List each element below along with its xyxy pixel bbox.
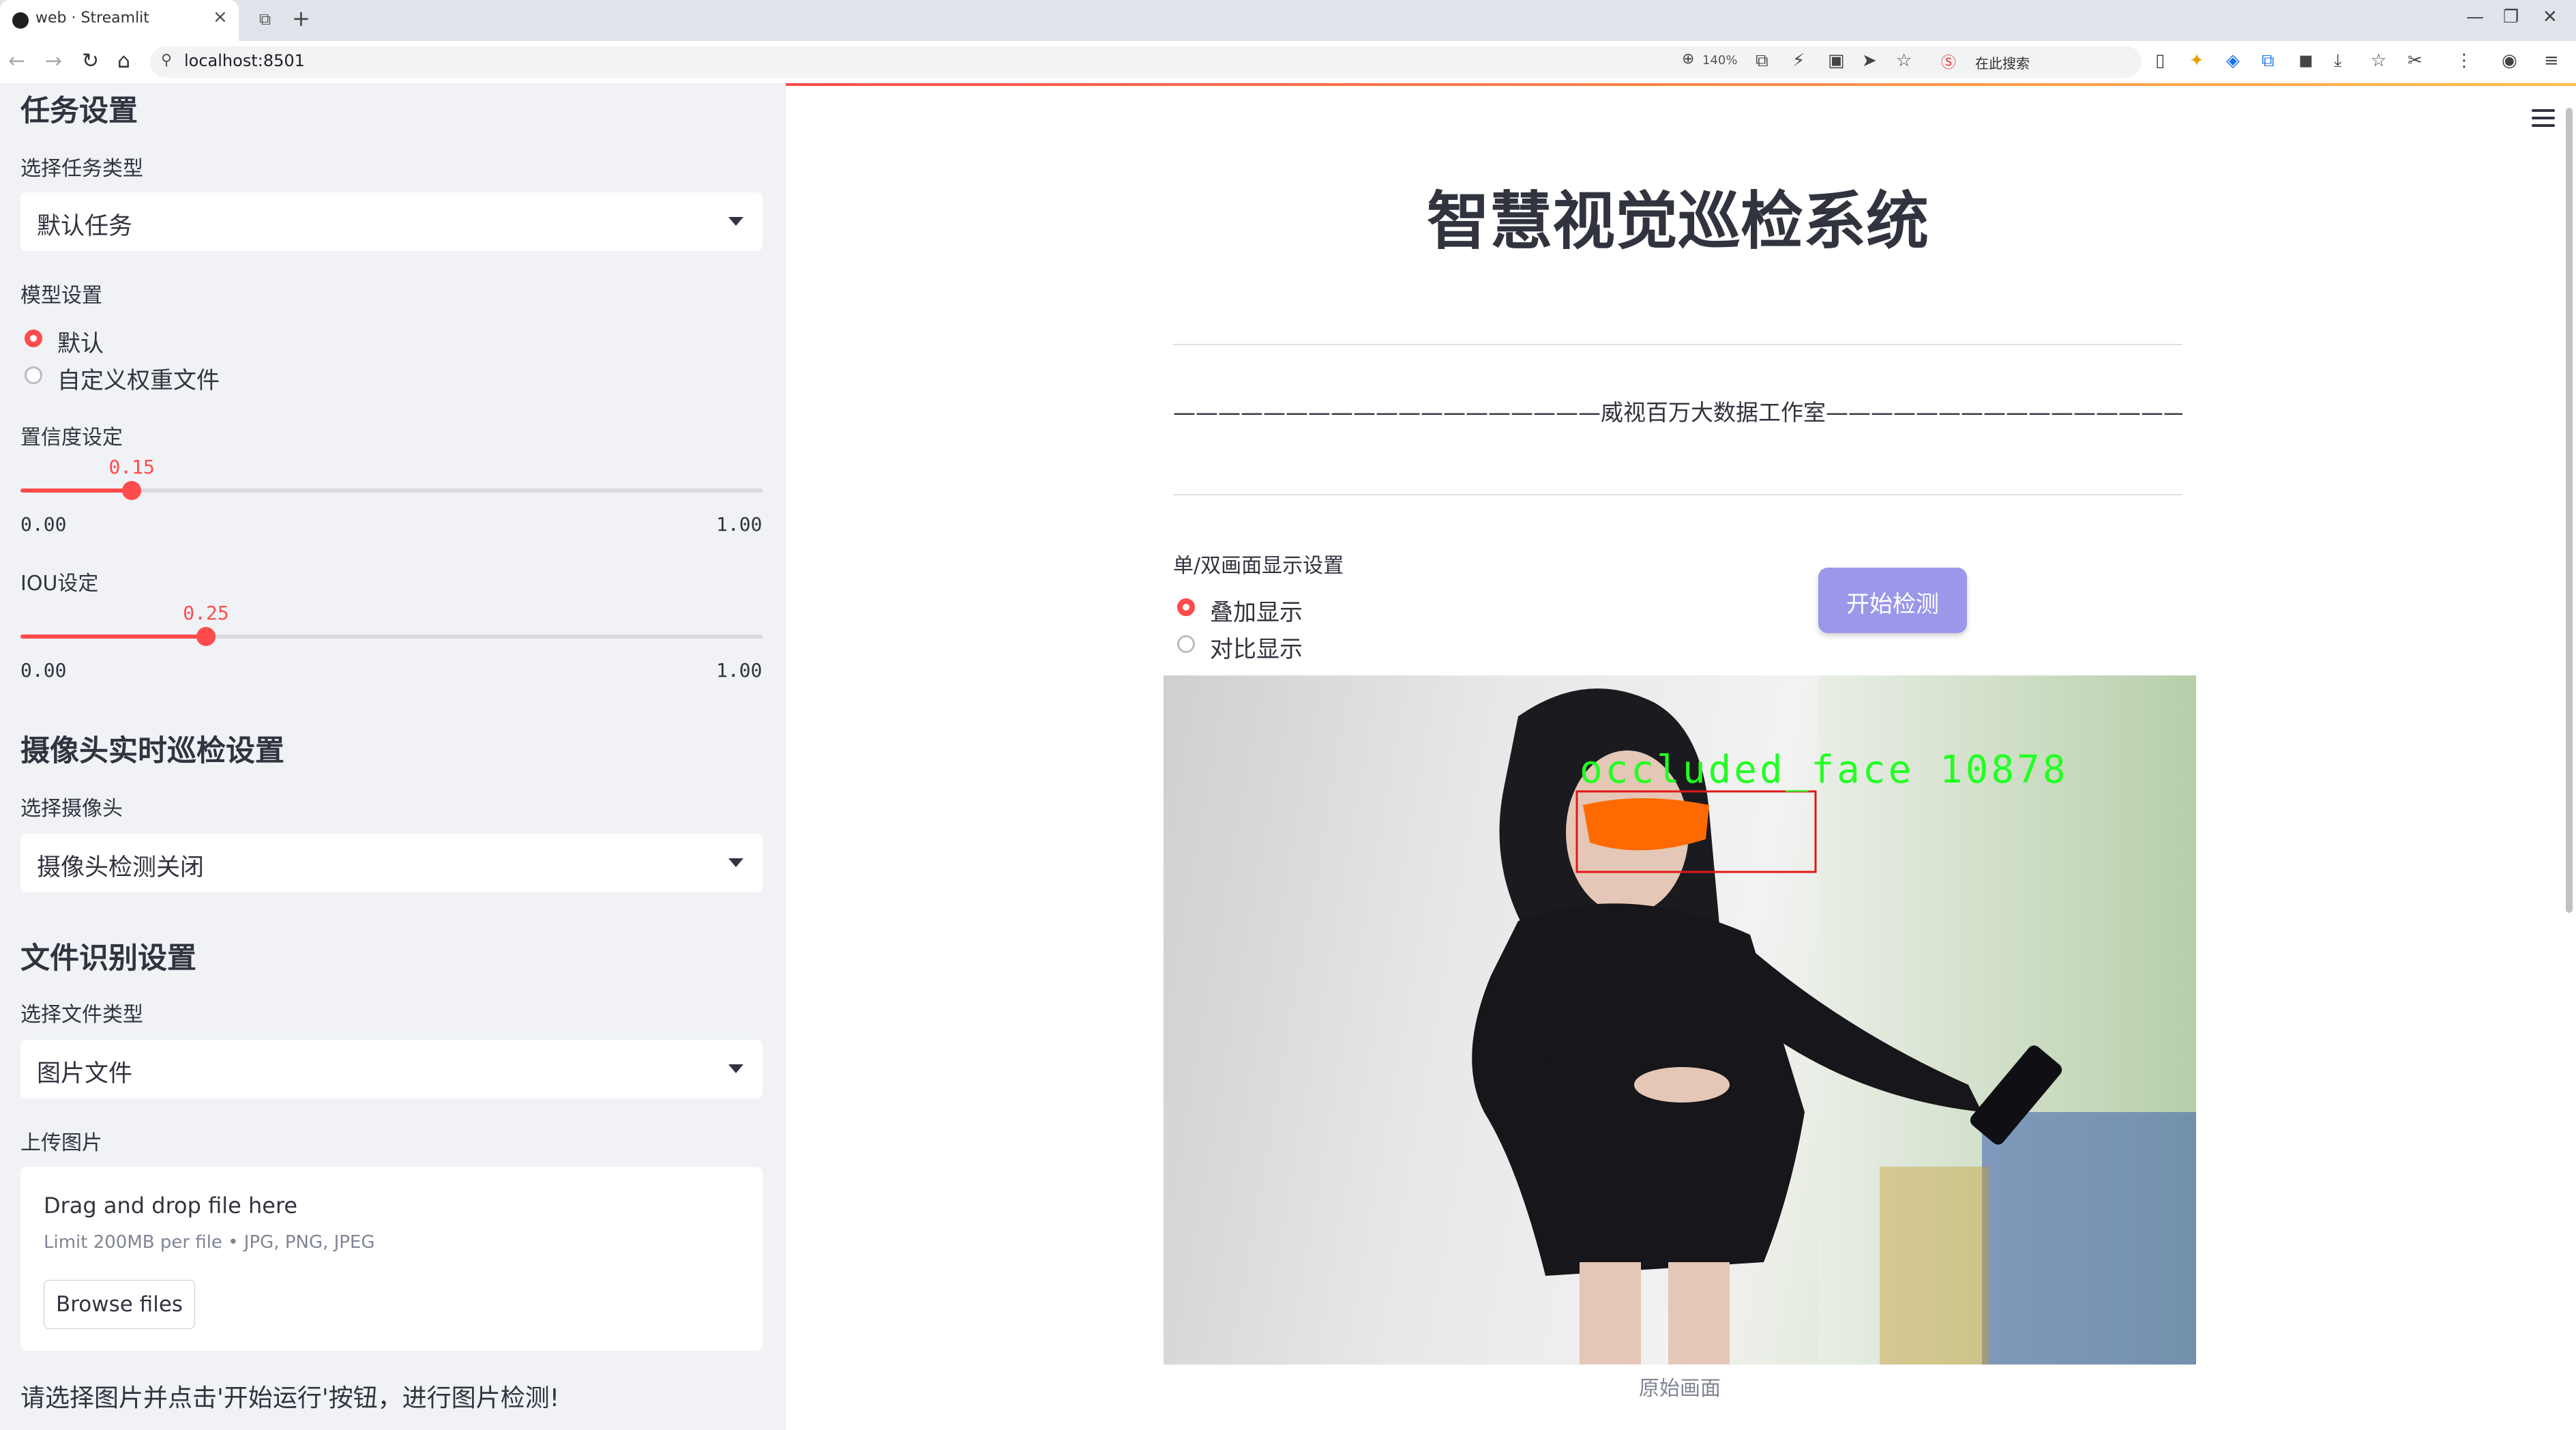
new-tab-icon[interactable]: +	[292, 5, 310, 31]
extension-4-icon[interactable]: ◼	[2298, 50, 2313, 71]
close-tab-icon[interactable]: ×	[213, 7, 228, 27]
divider-bottom	[1173, 494, 2182, 495]
zoom-icon[interactable]: ⊕	[1682, 50, 1694, 68]
radio-selected-icon[interactable]	[1177, 598, 1195, 616]
radio-unselected-icon[interactable]	[25, 366, 42, 384]
mobile-icon[interactable]: ▯	[2155, 50, 2165, 71]
studio-banner: ———————————————————威视百万大数据工作室———————————…	[1173, 399, 2182, 426]
search-engine-icon[interactable]: Ⓢ	[1941, 50, 1956, 72]
scrollbar[interactable]	[2566, 108, 2573, 913]
tab-group-icon[interactable]: ⧉	[259, 10, 271, 29]
display-mode-label: 单/双画面显示设置	[1173, 554, 1344, 578]
extension-3-icon[interactable]: ⧉	[2262, 50, 2275, 72]
minimize-icon[interactable]: —	[2466, 7, 2484, 27]
start-detection-label: 开始检测	[1846, 591, 1939, 618]
task-type-value: 默认任务	[37, 213, 133, 240]
display-option-label: 对比显示	[1210, 636, 1303, 663]
tab-title: web · Streamlit	[35, 10, 149, 27]
detection-label: occluded_face 10878	[1580, 748, 2069, 792]
favorites-icon[interactable]: ☆	[2371, 50, 2386, 71]
url-text[interactable]: localhost:8501	[184, 51, 305, 70]
model-settings-label: 模型设置	[20, 284, 102, 308]
camera-select[interactable]: 摄像头检测关闭	[20, 834, 763, 892]
upload-label: 上传图片	[20, 1131, 102, 1155]
dropzone-title: Drag and drop file here	[44, 1193, 298, 1219]
camera-value: 摄像头检测关闭	[37, 854, 205, 881]
iou-label: IOU设定	[20, 572, 99, 596]
bookmark-star-icon[interactable]: ☆	[1896, 50, 1912, 71]
iou-min: 0.00	[20, 659, 67, 682]
chevron-down-icon	[728, 1064, 743, 1073]
streamlit-favicon-icon	[12, 12, 29, 29]
lightning-icon[interactable]: ⚡	[1792, 50, 1805, 71]
iou-slider[interactable]	[20, 627, 763, 646]
file-type-select[interactable]: 图片文件	[20, 1040, 763, 1098]
translate-icon[interactable]: ⧉	[1756, 50, 1768, 72]
task-settings-header: 任务设置	[20, 94, 138, 128]
confidence-slider-fill	[20, 488, 132, 493]
iou-slider-thumb[interactable]	[196, 627, 216, 646]
profile-avatar-icon[interactable]: ◉	[2502, 50, 2517, 71]
extension-2-icon[interactable]: ◈	[2226, 50, 2240, 71]
back-icon[interactable]: ←	[8, 49, 25, 73]
file-type-label: 选择文件类型	[20, 1003, 143, 1027]
model-option-label: 自定义权重文件	[57, 367, 220, 394]
extension-1-icon[interactable]: ✦	[2189, 50, 2204, 71]
address-bar: ← → ↻ ⌂ ⚲ localhost:8501 ⊕ 140% ⧉ ⚡ ▣ ➤ …	[0, 41, 2576, 84]
task-type-select[interactable]: 默认任务	[20, 192, 763, 251]
iou-slider-fill	[20, 634, 206, 639]
radio-unselected-icon[interactable]	[1177, 635, 1195, 653]
share-icon[interactable]: ➤	[1862, 50, 1877, 71]
browser-menu-icon[interactable]: ≡	[2544, 50, 2559, 71]
cut-tool-icon[interactable]: ✂	[2408, 50, 2423, 71]
restore-icon[interactable]: ❐	[2503, 7, 2519, 27]
hamburger-menu-icon[interactable]	[2532, 109, 2555, 132]
confidence-max: 1.00	[716, 513, 763, 536]
iou-max: 1.00	[716, 659, 763, 682]
image-caption: 原始画面	[1639, 1377, 1721, 1401]
upload-hint: 请选择图片并点击'开始运行'按钮，进行图片检测!	[20, 1384, 560, 1412]
radio-selected-icon[interactable]	[25, 330, 42, 347]
confidence-label: 置信度设定	[20, 426, 123, 450]
browse-files-label: Browse files	[55, 1292, 183, 1317]
file-dropzone[interactable]: Drag and drop file here Limit 200MB per …	[20, 1167, 763, 1351]
file-settings-header: 文件识别设置	[20, 942, 196, 976]
dropzone-limit: Limit 200MB per file • JPG, PNG, JPEG	[44, 1232, 375, 1253]
camera-settings-header: 摄像头实时巡检设置	[20, 734, 284, 768]
browser-tab[interactable]: web · Streamlit ×	[0, 0, 239, 41]
browse-files-button[interactable]: Browse files	[44, 1280, 195, 1329]
file-type-value: 图片文件	[37, 1060, 133, 1088]
chevron-down-icon	[728, 858, 743, 867]
site-info-icon[interactable]: ⚲	[161, 52, 172, 69]
home-icon[interactable]: ⌂	[117, 49, 130, 73]
iou-value: 0.25	[183, 602, 229, 624]
confidence-slider-thumb[interactable]	[122, 481, 142, 500]
display-option-label: 叠加显示	[1210, 599, 1303, 626]
divider-top	[1173, 344, 2182, 345]
more-menu-icon[interactable]: ⋮	[2455, 50, 2473, 71]
confidence-slider[interactable]	[20, 481, 763, 500]
top-decoration	[786, 83, 2576, 86]
task-type-label: 选择任务类型	[20, 157, 143, 181]
camera-label: 选择摄像头	[20, 797, 123, 821]
page-title: 智慧视觉巡检系统	[1426, 185, 1929, 258]
confidence-value: 0.15	[108, 456, 155, 478]
chevron-down-icon	[728, 217, 743, 226]
forward-icon[interactable]: →	[45, 49, 62, 73]
browser-tab-bar: web · Streamlit × ⧉ + — ❐ ✕	[0, 0, 2576, 41]
browser-search-field[interactable]: 在此搜索	[1975, 53, 2030, 72]
reload-icon[interactable]: ↻	[82, 49, 99, 73]
window-close-icon[interactable]: ✕	[2543, 7, 2558, 27]
confidence-min: 0.00	[20, 513, 67, 536]
download-icon[interactable]: ⤓	[2334, 50, 2342, 72]
start-detection-button[interactable]: 开始检测	[1818, 568, 1967, 633]
zoom-level[interactable]: 140%	[1702, 53, 1737, 68]
screenshot-icon[interactable]: ▣	[1828, 50, 1845, 71]
model-option-label: 默认	[57, 330, 104, 358]
